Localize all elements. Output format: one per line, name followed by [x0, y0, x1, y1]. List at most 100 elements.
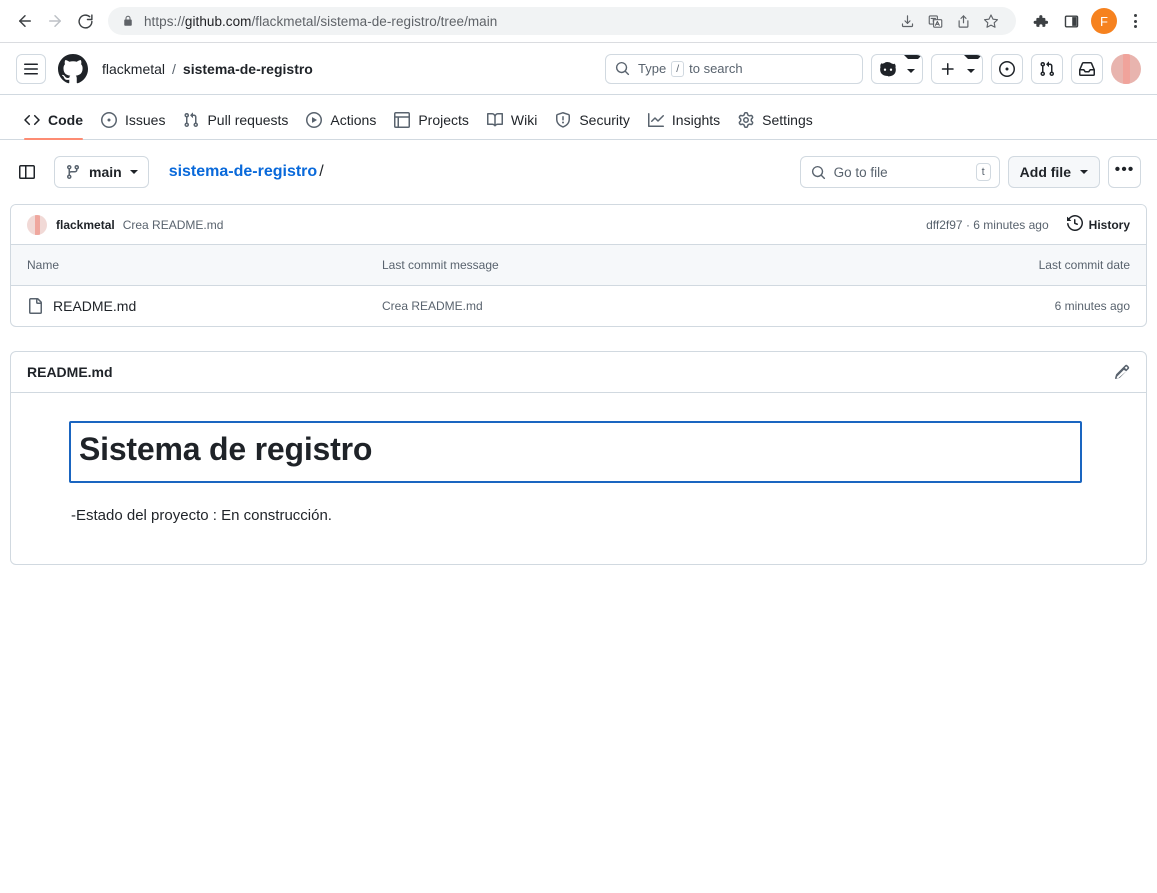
file-icon — [27, 297, 43, 314]
tab-pull-requests[interactable]: Pull requests — [175, 101, 296, 139]
share-icon[interactable] — [950, 8, 976, 34]
readme-card: README.md Sistema de registro -Estado de… — [10, 351, 1147, 565]
go-to-file-input[interactable]: Go to file t — [799, 156, 1000, 188]
path-breadcrumb: sistema-de-registro / — [169, 163, 324, 181]
go-to-file-shortcut-key: t — [975, 163, 991, 181]
file-table-body: README.md Crea README.md 6 minutes ago — [11, 285, 1146, 326]
readme-title: README.md — [27, 364, 113, 380]
chrome-menu-icon[interactable] — [1123, 14, 1147, 28]
tab-actions[interactable]: Actions — [298, 101, 384, 139]
commit-message[interactable]: Crea README.md — [123, 218, 224, 232]
bookmark-star-icon[interactable] — [978, 8, 1004, 34]
global-nav-menu-icon[interactable] — [16, 53, 46, 84]
branch-name: main — [89, 164, 122, 180]
browser-toolbar: https://github.com/flackmetal/sistema-de… — [0, 0, 1157, 42]
commit-author-name[interactable]: flackmetal — [56, 218, 115, 232]
repo-content: main sistema-de-registro / Go to file t A… — [0, 140, 1157, 565]
gear-icon — [738, 112, 754, 128]
github-logo-icon[interactable] — [58, 53, 88, 84]
tab-label: Settings — [762, 112, 813, 128]
file-tree-toggle-icon[interactable] — [16, 161, 38, 183]
browser-profile-avatar[interactable]: F — [1091, 8, 1117, 34]
address-bar[interactable]: https://github.com/flackmetal/sistema-de… — [108, 7, 1016, 35]
tab-label: Security — [579, 112, 630, 128]
column-last-commit-message: Last commit message — [366, 245, 906, 286]
readme-heading: Sistema de registro — [79, 431, 373, 467]
latest-commit-bar: flackmetal Crea README.md dff2f97 · 6 mi… — [11, 205, 1146, 245]
breadcrumb: flackmetal / sistema-de-registro — [102, 61, 313, 77]
tab-issues[interactable]: Issues — [93, 101, 173, 139]
shield-icon — [555, 112, 571, 128]
breadcrumb-owner[interactable]: flackmetal — [102, 61, 165, 77]
issue-opened-icon — [101, 112, 117, 128]
tab-insights[interactable]: Insights — [640, 101, 728, 139]
issues-icon[interactable] — [991, 53, 1023, 84]
tab-code[interactable]: Code — [16, 101, 91, 140]
more-options-button[interactable]: ••• — [1108, 156, 1141, 188]
file-list-card: flackmetal Crea README.md dff2f97 · 6 mi… — [10, 204, 1147, 327]
copilot-icon[interactable] — [872, 55, 904, 83]
notifications-inbox-icon[interactable] — [1071, 53, 1103, 84]
history-label: History — [1088, 217, 1130, 232]
search-icon — [811, 165, 826, 180]
code-icon — [24, 112, 40, 128]
file-table-head: Name Last commit message Last commit dat… — [11, 245, 1146, 286]
file-commit-message-cell[interactable]: Crea README.md — [366, 285, 906, 326]
tab-label: Issues — [125, 112, 166, 128]
path-repo-link[interactable]: sistema-de-registro — [169, 163, 318, 180]
avatar-mark — [1122, 53, 1130, 84]
tab-security[interactable]: Security — [547, 101, 638, 139]
file-toolbar-right: Go to file t Add file ••• — [799, 156, 1141, 188]
side-panel-icon[interactable] — [1057, 7, 1085, 35]
table-row[interactable]: README.md Crea README.md 6 minutes ago — [11, 285, 1146, 326]
repo-nav: Code Issues Pull requests Actions Projec… — [0, 95, 1157, 140]
search-placeholder: Type / to search — [638, 60, 743, 77]
download-icon[interactable] — [894, 8, 920, 34]
translate-icon[interactable] — [922, 8, 948, 34]
table-icon — [394, 112, 411, 128]
kebab-horizontal-icon: ••• — [1114, 160, 1135, 178]
search-placeholder-head: Type — [638, 61, 667, 76]
pencil-edit-icon[interactable] — [1114, 364, 1130, 380]
file-commit-date-cell: 6 minutes ago — [1054, 298, 1130, 313]
history-clock-icon — [1066, 214, 1083, 234]
lock-icon — [122, 15, 134, 27]
history-link[interactable]: History — [1066, 214, 1130, 234]
search-input[interactable]: Type / to search — [605, 53, 863, 84]
column-name: Name — [11, 245, 366, 286]
search-icon — [615, 61, 630, 76]
readme-paragraph: -Estado del proyecto : En construcción. — [71, 507, 332, 524]
branch-selector[interactable]: main — [54, 156, 149, 188]
back-icon[interactable] — [10, 6, 40, 36]
file-table-header-row: Name Last commit message Last commit dat… — [11, 245, 1146, 286]
browser-window: https://github.com/flackmetal/sistema-de… — [0, 0, 1157, 893]
tab-projects[interactable]: Projects — [386, 101, 477, 139]
create-new-chevron-down-icon[interactable] — [964, 54, 982, 83]
github-header-right: Type / to search — [605, 53, 1141, 84]
column-last-commit-date: Last commit date — [906, 245, 1146, 286]
commit-sha-and-time[interactable]: dff2f97 · 6 minutes ago — [926, 218, 1049, 232]
user-avatar[interactable] — [1111, 53, 1141, 84]
file-toolbar: main sistema-de-registro / Go to file t A… — [10, 156, 1147, 188]
copilot-button-group[interactable] — [871, 53, 923, 84]
omnibox-actions — [886, 8, 1004, 34]
tab-label: Code — [48, 112, 83, 128]
readme-body: Sistema de registro -Estado del proyecto… — [11, 393, 1146, 564]
add-file-button[interactable]: Add file — [1007, 156, 1100, 188]
tab-settings[interactable]: Settings — [730, 101, 821, 139]
pull-requests-icon[interactable] — [1031, 53, 1063, 84]
file-name[interactable]: README.md — [27, 297, 350, 314]
extensions-puzzle-icon[interactable] — [1026, 7, 1054, 35]
create-new-button[interactable] — [931, 53, 983, 84]
breadcrumb-repo[interactable]: sistema-de-registro — [183, 61, 313, 77]
readme-heading-highlight: Sistema de registro — [69, 421, 1082, 483]
commit-author-avatar[interactable] — [27, 214, 47, 235]
tab-label: Insights — [671, 112, 721, 128]
forward-icon[interactable] — [40, 6, 70, 36]
reload-icon[interactable] — [70, 6, 100, 36]
plus-icon[interactable] — [932, 55, 964, 83]
copilot-chevron-down-icon[interactable] — [904, 54, 922, 83]
tab-wiki[interactable]: Wiki — [479, 101, 545, 139]
avatar-mark — [34, 214, 40, 235]
file-table: Name Last commit message Last commit dat… — [11, 245, 1146, 326]
